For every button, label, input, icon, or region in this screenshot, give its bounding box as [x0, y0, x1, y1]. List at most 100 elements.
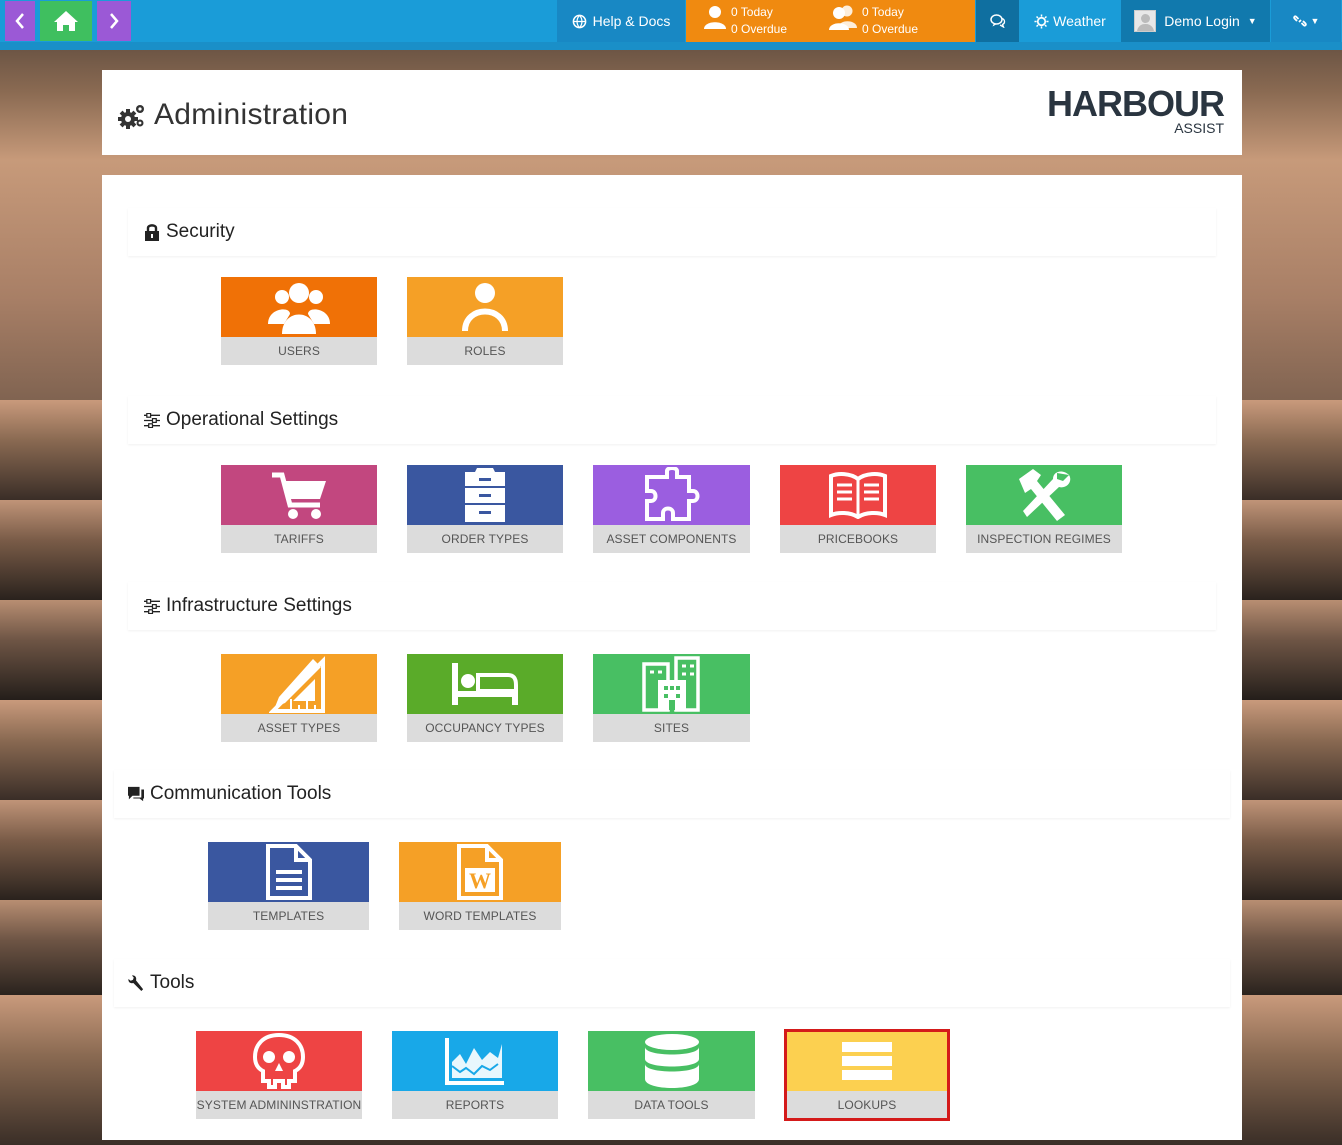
sliders-icon: [144, 411, 160, 429]
word-templates-tile[interactable]: W WORD TEMPLATES: [399, 842, 561, 930]
user-outline-icon: [462, 283, 508, 332]
tile-label: SITES: [593, 714, 750, 742]
skull-icon: [252, 1033, 306, 1089]
weather-label: Weather: [1053, 13, 1106, 29]
asset-types-tile[interactable]: ASSET TYPES: [221, 654, 377, 742]
avatar: [1134, 10, 1157, 32]
tile-icon-area: [407, 654, 563, 714]
area-chart-icon: [445, 1038, 504, 1085]
tariffs-tile[interactable]: TARIFFS: [221, 465, 377, 553]
system-administration-tile[interactable]: SYSTEM ADMININSTRATION: [196, 1031, 362, 1119]
tile-icon-area: [208, 842, 369, 902]
selection-highlight: [784, 1029, 950, 1121]
tile-label: TARIFFS: [221, 525, 377, 553]
roles-tile[interactable]: ROLES: [407, 277, 563, 365]
harbour-assist-logo: HARBOUR ASSIST: [1047, 83, 1225, 136]
tile-icon-area: [407, 277, 563, 337]
tile-label: SYSTEM ADMININSTRATION: [196, 1091, 362, 1119]
team-tasks-overdue: 0 Overdue: [862, 22, 919, 36]
section-title: Operational Settings: [166, 409, 339, 430]
word-document-icon: W: [457, 844, 503, 900]
reports-tile[interactable]: REPORTS: [392, 1031, 558, 1119]
tile-label: ROLES: [407, 337, 563, 365]
help-docs-button[interactable]: Help & Docs: [557, 0, 685, 42]
document-icon: [265, 844, 312, 900]
admin-panel: Security USERS ROLES Operational Setting…: [102, 175, 1242, 1140]
section-operational-settings: Operational Settings: [128, 396, 1216, 444]
back-button[interactable]: [5, 1, 35, 41]
tile-label: ORDER TYPES: [407, 525, 563, 553]
puzzle-piece-icon: [644, 467, 699, 521]
tile-icon-area: [221, 654, 377, 714]
home-icon: [54, 11, 78, 31]
database-icon: [644, 1034, 699, 1088]
pricebooks-tile[interactable]: PRICEBOOKS: [780, 465, 936, 553]
tile-icon-area: [966, 465, 1122, 525]
section-title: Infrastructure Settings: [166, 595, 352, 616]
tile-label: ASSET TYPES: [221, 714, 377, 742]
section-title: Security: [166, 221, 235, 242]
comments-icon: [989, 14, 1005, 28]
forward-button[interactable]: [97, 1, 131, 41]
users-icon: [829, 5, 857, 30]
lock-icon: [144, 223, 160, 241]
cogs-icon: [118, 105, 144, 129]
section-communication-tools: Communication Tools: [114, 770, 1230, 818]
tile-label: WORD TEMPLATES: [399, 902, 561, 930]
weather-button[interactable]: Weather: [1020, 0, 1120, 42]
task-summary: 0 Today 0 Overdue 0 Today 0 Overdue: [686, 0, 975, 42]
top-navbar: Help & Docs 0 Today 0 Overdue 0 Today 0 …: [0, 0, 1342, 50]
caret-down-icon: ▼: [1310, 16, 1320, 26]
comments-icon: [128, 785, 144, 803]
wrench-icon: [128, 974, 144, 992]
user-name: Demo Login: [1164, 13, 1240, 29]
order-types-tile[interactable]: ORDER TYPES: [407, 465, 563, 553]
tile-label: INSPECTION REGIMES: [966, 525, 1122, 553]
section-security: Security: [128, 208, 1216, 256]
chat-button[interactable]: [976, 0, 1019, 42]
home-button[interactable]: [40, 1, 92, 41]
occupancy-types-tile[interactable]: OCCUPANCY TYPES: [407, 654, 563, 742]
chevron-right-icon: [110, 13, 119, 29]
tile-icon-area: [221, 277, 377, 337]
filing-cabinet-icon: [465, 468, 505, 522]
globe-icon: [572, 14, 586, 28]
my-tasks-overdue: 0 Overdue: [731, 22, 788, 36]
tile-label: ASSET COMPONENTS: [593, 525, 750, 553]
section-tools: Tools: [114, 959, 1230, 1007]
tile-icon-area: [407, 465, 563, 525]
tile-icon-area: W: [399, 842, 561, 902]
templates-tile[interactable]: TEMPLATES: [208, 842, 369, 930]
tile-label: TEMPLATES: [208, 902, 369, 930]
team-tasks-today: 0 Today: [862, 5, 904, 19]
section-title: Communication Tools: [150, 783, 332, 804]
chevron-left-icon: [15, 13, 24, 29]
sliders-icon: [144, 597, 160, 615]
user-menu[interactable]: Demo Login ▼: [1121, 0, 1270, 42]
team-tasks-counter[interactable]: 0 Today 0 Overdue: [828, 4, 918, 38]
sites-tile[interactable]: SITES: [593, 654, 750, 742]
tile-label: USERS: [221, 337, 377, 365]
drafting-tools-icon: [269, 656, 325, 713]
tile-icon-area: [221, 465, 377, 525]
my-tasks-counter[interactable]: 0 Today 0 Overdue: [703, 4, 787, 38]
buildings-icon: [641, 656, 700, 712]
links-menu[interactable]: ▼: [1271, 0, 1341, 42]
shopping-cart-icon: [272, 472, 326, 519]
asset-components-tile[interactable]: ASSET COMPONENTS: [593, 465, 750, 553]
tile-label: REPORTS: [392, 1091, 558, 1119]
tile-icon-area: [593, 465, 750, 525]
logo-main-text: HARBOUR: [1047, 83, 1225, 124]
tile-label: DATA TOOLS: [588, 1091, 755, 1119]
tile-icon-area: [780, 465, 936, 525]
tile-label: OCCUPANCY TYPES: [407, 714, 563, 742]
page-header: Administration HARBOUR ASSIST: [102, 70, 1242, 155]
tile-label: PRICEBOOKS: [780, 525, 936, 553]
users-tile[interactable]: USERS: [221, 277, 377, 365]
my-tasks-today: 0 Today: [731, 5, 773, 19]
link-icon: [1292, 15, 1307, 27]
tools-icon: [1019, 469, 1071, 521]
tile-icon-area: [392, 1031, 558, 1091]
data-tools-tile[interactable]: DATA TOOLS: [588, 1031, 755, 1119]
inspection-regimes-tile[interactable]: INSPECTION REGIMES: [966, 465, 1122, 553]
